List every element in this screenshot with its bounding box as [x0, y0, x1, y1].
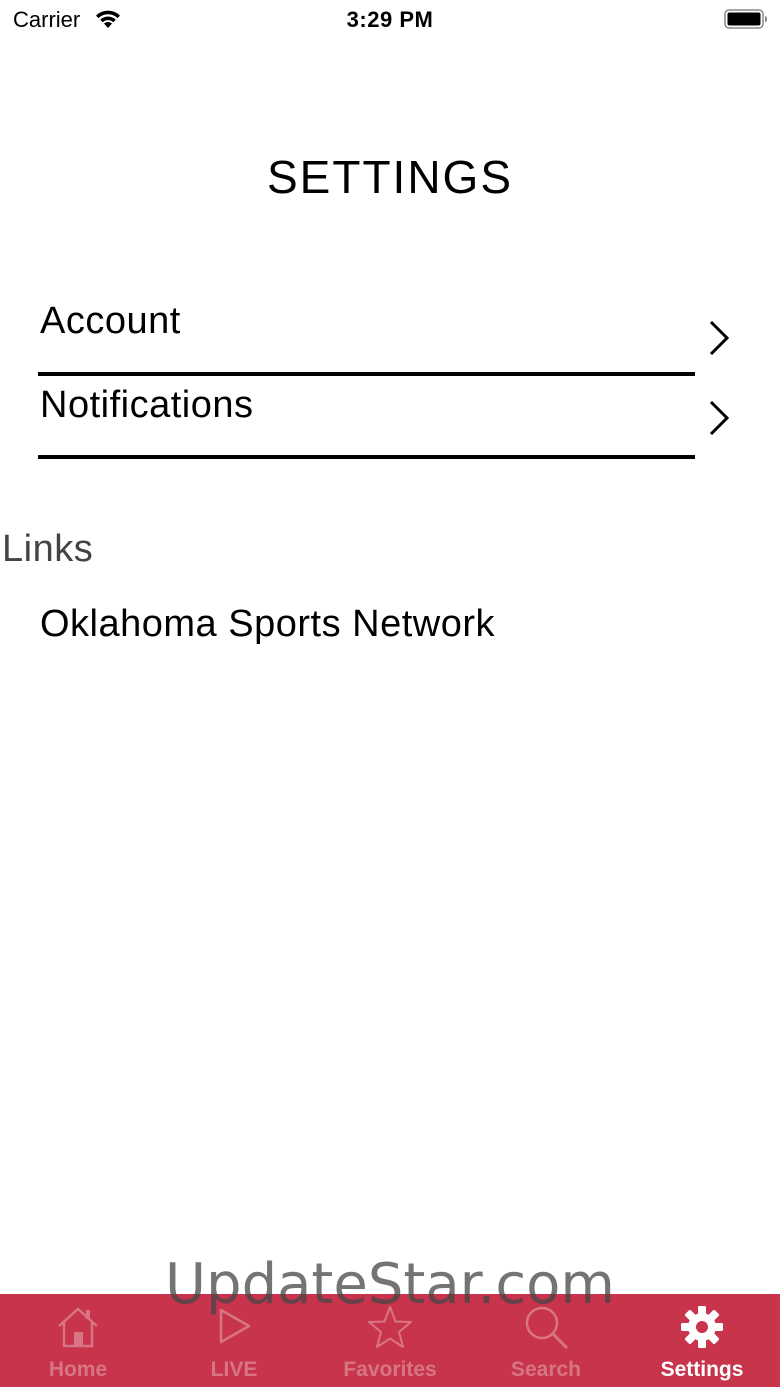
- settings-row-account[interactable]: Account: [38, 300, 738, 384]
- chevron-right-icon: [709, 400, 730, 436]
- watermark: UpdateStar.com: [165, 1252, 615, 1317]
- row-divider: [38, 372, 695, 376]
- row-divider: [38, 455, 695, 459]
- tab-label: Search: [510, 1358, 582, 1381]
- tab-label: Settings: [660, 1358, 744, 1381]
- status-time: 3:29 PM: [346, 7, 434, 32]
- settings-row-notifications[interactable]: Notifications: [38, 384, 738, 468]
- link-oklahoma-sports-network[interactable]: Oklahoma Sports Network: [40, 603, 495, 646]
- tab-label: Favorites: [343, 1358, 437, 1381]
- page-title: SETTINGS: [266, 151, 514, 203]
- tab-label: LIVE: [210, 1358, 258, 1381]
- settings-row-label: Account: [40, 300, 181, 342]
- battery-icon: [724, 9, 767, 29]
- links-section-header: Links: [2, 528, 94, 570]
- settings-row-label: Notifications: [40, 384, 254, 426]
- tab-label: Home: [48, 1358, 108, 1381]
- chevron-right-icon: [709, 320, 730, 356]
- status-bar: Carrier 3:29 PM: [0, 0, 780, 40]
